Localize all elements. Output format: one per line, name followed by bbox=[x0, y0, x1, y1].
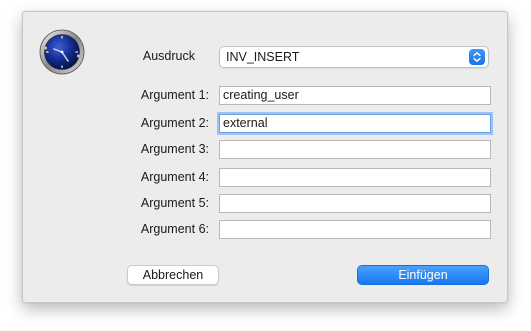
argument-3-field[interactable] bbox=[219, 140, 491, 159]
argument-5-field[interactable] bbox=[219, 194, 491, 213]
cancel-button[interactable]: Abbrechen bbox=[127, 265, 219, 285]
argument-4-field[interactable] bbox=[219, 168, 491, 187]
chevron-updown-icon bbox=[469, 49, 485, 65]
argument-5-label: Argument 5: bbox=[140, 196, 209, 210]
argument-6-label: Argument 6: bbox=[140, 222, 209, 236]
argument-4-label: Argument 4: bbox=[140, 170, 209, 184]
expression-label: Ausdruck bbox=[142, 49, 195, 63]
argument-2-label: Argument 2: bbox=[140, 116, 209, 130]
argument-3-label: Argument 3: bbox=[140, 142, 209, 156]
expression-value: INV_INSERT bbox=[226, 50, 300, 64]
argument-1-label: Argument 1: bbox=[140, 88, 209, 102]
argument-2-field[interactable]: external bbox=[219, 114, 491, 133]
insert-function-dialog: Ausdruck INV_INSERT Argument 1: creating… bbox=[22, 11, 508, 303]
argument-6-field[interactable] bbox=[219, 220, 491, 239]
argument-1-field[interactable]: creating_user bbox=[219, 86, 491, 105]
insert-button[interactable]: Einfügen bbox=[357, 265, 489, 285]
expression-popup[interactable]: INV_INSERT bbox=[219, 46, 489, 68]
